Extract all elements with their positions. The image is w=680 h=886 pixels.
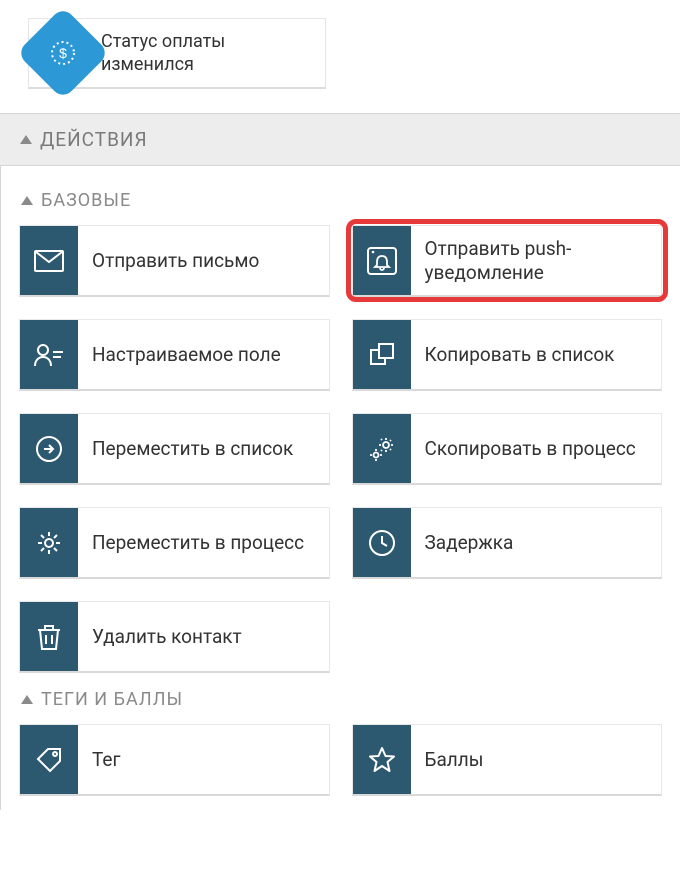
action-send-email[interactable]: Отправить письмо xyxy=(19,225,330,297)
gear-icon xyxy=(20,508,78,577)
group-basic-header[interactable]: БАЗОВЫЕ xyxy=(15,174,666,225)
event-tile-payment-status[interactable]: $ Статус оплаты изменился xyxy=(28,18,326,89)
action-label: Переместить в процесс xyxy=(78,508,318,577)
action-copy-to-list[interactable]: Копировать в список xyxy=(352,319,663,391)
collapse-up-icon xyxy=(21,196,33,205)
gears-icon xyxy=(353,414,411,483)
group-title: ТЕГИ И БАЛЛЫ xyxy=(41,689,183,710)
action-custom-field[interactable]: Настраиваемое поле xyxy=(19,319,330,391)
action-delay[interactable]: Задержка xyxy=(352,507,663,579)
user-lines-icon xyxy=(20,320,78,389)
action-delete-contact[interactable]: Удалить контакт xyxy=(19,601,330,673)
action-send-push[interactable]: Отправить push-уведомление xyxy=(352,225,663,297)
action-label: Скопировать в процесс xyxy=(411,414,650,483)
action-copy-to-process[interactable]: Скопировать в процесс xyxy=(352,413,663,485)
arrow-right-circle-icon xyxy=(20,414,78,483)
collapse-up-icon xyxy=(21,695,33,704)
group-tags-header[interactable]: ТЕГИ И БАЛЛЫ xyxy=(15,673,666,724)
clock-icon xyxy=(353,508,411,577)
section-actions-header[interactable]: ДЕЙСТВИЯ xyxy=(0,113,680,166)
section-title: ДЕЙСТВИЯ xyxy=(40,128,148,151)
trash-icon xyxy=(20,602,78,671)
action-tag[interactable]: Тег xyxy=(19,724,330,796)
action-label: Копировать в список xyxy=(411,320,629,389)
action-label: Тег xyxy=(78,725,134,794)
event-label: Статус оплаты изменился xyxy=(97,22,325,85)
group-tags-grid: Тег Баллы xyxy=(15,724,666,796)
action-label: Настраиваемое поле xyxy=(78,320,295,389)
action-label: Баллы xyxy=(411,725,498,794)
svg-text:$: $ xyxy=(59,45,67,61)
bell-window-icon xyxy=(353,226,411,295)
collapse-up-icon xyxy=(20,135,32,144)
copy-icon xyxy=(353,320,411,389)
envelope-icon xyxy=(20,226,78,295)
action-points[interactable]: Баллы xyxy=(352,724,663,796)
dollar-diamond-icon: $ xyxy=(29,19,97,87)
group-title: БАЗОВЫЕ xyxy=(41,190,131,211)
events-area: $ Статус оплаты изменился xyxy=(0,0,680,113)
star-icon xyxy=(353,725,411,794)
section-body: БАЗОВЫЕ Отправить письмо Отправить push-… xyxy=(0,166,680,810)
action-label: Отправить письмо xyxy=(78,226,273,295)
action-label: Удалить контакт xyxy=(78,602,256,671)
action-label: Задержка xyxy=(411,508,528,577)
tag-icon xyxy=(20,725,78,794)
action-label: Отправить push-уведомление xyxy=(411,226,662,295)
action-move-to-process[interactable]: Переместить в процесс xyxy=(19,507,330,579)
action-move-to-list[interactable]: Переместить в список xyxy=(19,413,330,485)
action-label: Переместить в список xyxy=(78,414,307,483)
group-basic-grid: Отправить письмо Отправить push-уведомле… xyxy=(15,225,666,673)
